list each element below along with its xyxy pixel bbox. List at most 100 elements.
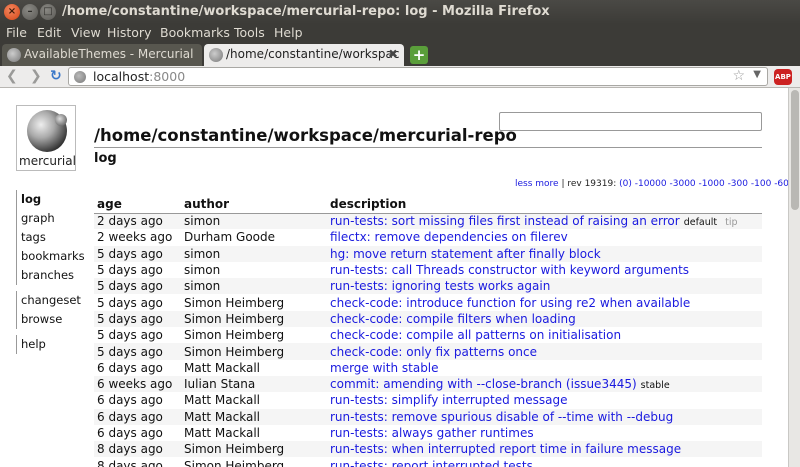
row-description: run-tests: sort missing files first inst… [327, 213, 762, 230]
menu-edit[interactable]: Edit [37, 25, 61, 40]
tab-repo-log[interactable]: /home/constantine/workspac ✖ [204, 44, 404, 66]
row-description: run-tests: report interrupted tests [327, 457, 762, 467]
row-author: simon [181, 261, 327, 279]
row-author: Matt Mackall [181, 408, 327, 425]
pager-link-3000[interactable]: -3000 [670, 179, 696, 189]
vertical-scrollbar[interactable] [788, 88, 800, 467]
pager-link-0[interactable]: (0) [619, 179, 632, 189]
changeset-link[interactable]: run-tests: remove spurious disable of --… [330, 410, 673, 424]
changeset-link[interactable]: run-tests: call Threads constructor with… [330, 263, 689, 277]
row-age: 5 days ago [94, 261, 181, 279]
row-age: 8 days ago [94, 441, 181, 458]
row-author: Simon Heimberg [181, 294, 327, 311]
sidebar-item-changeset[interactable]: changeset [21, 291, 85, 310]
changeset-link[interactable]: run-tests: sort missing files first inst… [330, 214, 680, 228]
table-row: 5 days ago simon run-tests: ignoring tests… [94, 278, 762, 295]
branch-tag: default [683, 217, 718, 229]
menu-file[interactable]: File [6, 25, 27, 40]
header-author: author [181, 196, 327, 214]
table-row: 6 days ago Matt Mackall merge with stable [94, 359, 762, 376]
table-row: 2 days ago simon run-tests: sort missing f… [94, 213, 762, 230]
changeset-link[interactable]: check-code: compile filters when loading [330, 312, 576, 326]
changeset-link[interactable]: merge with stable [330, 361, 439, 375]
forward-arrow-icon[interactable]: ❯ [30, 68, 42, 84]
menu-help[interactable]: Help [274, 25, 303, 40]
window-title: /home/constantine/workspace/mercurial-re… [62, 4, 550, 19]
page-viewport: mercurial /home/constantine/workspace/me… [0, 88, 788, 467]
sidebar-group-nav: changeset browse [16, 291, 85, 329]
site-identity-icon[interactable] [74, 71, 86, 83]
sidebar-item-bookmarks[interactable]: bookmarks [21, 247, 85, 266]
sidebar-group-views: log graph tags bookmarks branches [16, 190, 85, 285]
row-author: Simon Heimberg [181, 310, 327, 328]
window-minimize-icon[interactable]: – [22, 4, 38, 20]
menu-history[interactable]: History [107, 25, 151, 40]
new-tab-icon[interactable]: + [410, 46, 428, 64]
row-author: Simon Heimberg [181, 343, 327, 360]
changeset-link[interactable]: run-tests: when interrupted report time … [330, 442, 681, 456]
pager-link-1000[interactable]: -1000 [699, 179, 725, 189]
window-titlebar: × – □ /home/constantine/workspace/mercur… [0, 0, 800, 24]
sidebar-item-graph[interactable]: graph [21, 209, 85, 228]
row-author: Simon Heimberg [181, 327, 327, 344]
changelog-body: 2 days ago simon run-tests: sort missing f… [94, 213, 762, 467]
chevron-down-icon[interactable]: ▼ [753, 69, 761, 80]
changeset-link[interactable]: run-tests: always gather runtimes [330, 426, 534, 440]
changeset-link[interactable]: run-tests: ignoring tests works again [330, 279, 550, 293]
branch-tag: stable [640, 380, 670, 392]
abp-icon[interactable]: ABP [774, 69, 792, 85]
row-author: Iulian Stana [181, 375, 327, 393]
less-more-link[interactable]: less more [515, 179, 559, 189]
search-input[interactable] [499, 112, 762, 131]
back-arrow-icon[interactable]: ❮ [6, 68, 18, 84]
tab-close-icon[interactable]: ✖ [388, 47, 398, 61]
changeset-link[interactable]: check-code: compile all patterns on init… [330, 328, 621, 342]
row-description: run-tests: simplify interrupted message [327, 392, 762, 409]
tab-label: AvailableThemes - Mercurial [24, 47, 194, 61]
table-row: 5 days ago Simon Heimberg check-code: comp… [94, 310, 762, 328]
row-author: Durham Goode [181, 229, 327, 246]
changeset-link[interactable]: run-tests: simplify interrupted message [330, 393, 567, 407]
changeset-link[interactable]: run-tests: report interrupted tests [330, 459, 533, 467]
star-icon[interactable]: ☆ [732, 68, 745, 84]
row-age: 6 days ago [94, 408, 181, 425]
changeset-link[interactable]: commit: amending with --close-branch (is… [330, 377, 637, 391]
sidebar-item-browse[interactable]: browse [21, 310, 85, 329]
url-text[interactable]: localhost:8000 [93, 69, 185, 84]
menu-bookmarks[interactable]: Bookmarks [160, 25, 230, 40]
sidebar-item-tags[interactable]: tags [21, 228, 85, 247]
window-close-icon[interactable]: × [4, 4, 20, 20]
table-row: 5 days ago simon run-tests: call Threads c… [94, 261, 762, 279]
row-age: 8 days ago [94, 457, 181, 467]
reload-icon[interactable]: ↻ [50, 68, 62, 84]
changeset-link[interactable]: check-code: only fix patterns once [330, 345, 537, 359]
pager-link-10000[interactable]: -10000 [635, 179, 667, 189]
table-row: 6 weeks ago Iulian Stana commit: amending … [94, 375, 762, 393]
table-row: 5 days ago Simon Heimberg check-code: only… [94, 343, 762, 360]
sidebar-item-branches[interactable]: branches [21, 266, 85, 285]
window-maximize-icon[interactable]: □ [40, 4, 56, 20]
row-age: 6 days ago [94, 392, 181, 409]
row-description: check-code: only fix patterns once [327, 343, 762, 360]
logo-text: mercurial [19, 154, 76, 168]
pager-link-60[interactable]: -60 [774, 179, 788, 189]
changeset-link[interactable]: hg: move return statement after finally … [330, 247, 601, 261]
sidebar-item-log[interactable]: log [21, 190, 85, 209]
menu-tools[interactable]: Tools [234, 25, 265, 40]
url-bar[interactable]: localhost:8000 ☆ ▼ [68, 67, 768, 86]
pager-link-300[interactable]: -300 [728, 179, 748, 189]
menu-view[interactable]: View [71, 25, 101, 40]
tab-available-themes[interactable]: AvailableThemes - Mercurial [2, 44, 202, 66]
table-row: 6 days ago Matt Mackall run-tests: remove … [94, 408, 762, 425]
row-author: Matt Mackall [181, 359, 327, 376]
changeset-link[interactable]: check-code: introduce function for using… [330, 296, 690, 310]
mercurial-logo[interactable]: mercurial [16, 105, 76, 171]
sidebar-item-help[interactable]: help [21, 335, 85, 354]
scrollbar-thumb[interactable] [791, 90, 799, 210]
row-description: merge with stable [327, 359, 762, 376]
table-row: 5 days ago simon hg: move return statement… [94, 245, 762, 262]
pager-link-100[interactable]: -100 [751, 179, 771, 189]
tab-label: /home/constantine/workspac [226, 47, 400, 61]
row-author: Matt Mackall [181, 424, 327, 442]
changeset-link[interactable]: filectx: remove dependencies on filerev [330, 230, 568, 244]
